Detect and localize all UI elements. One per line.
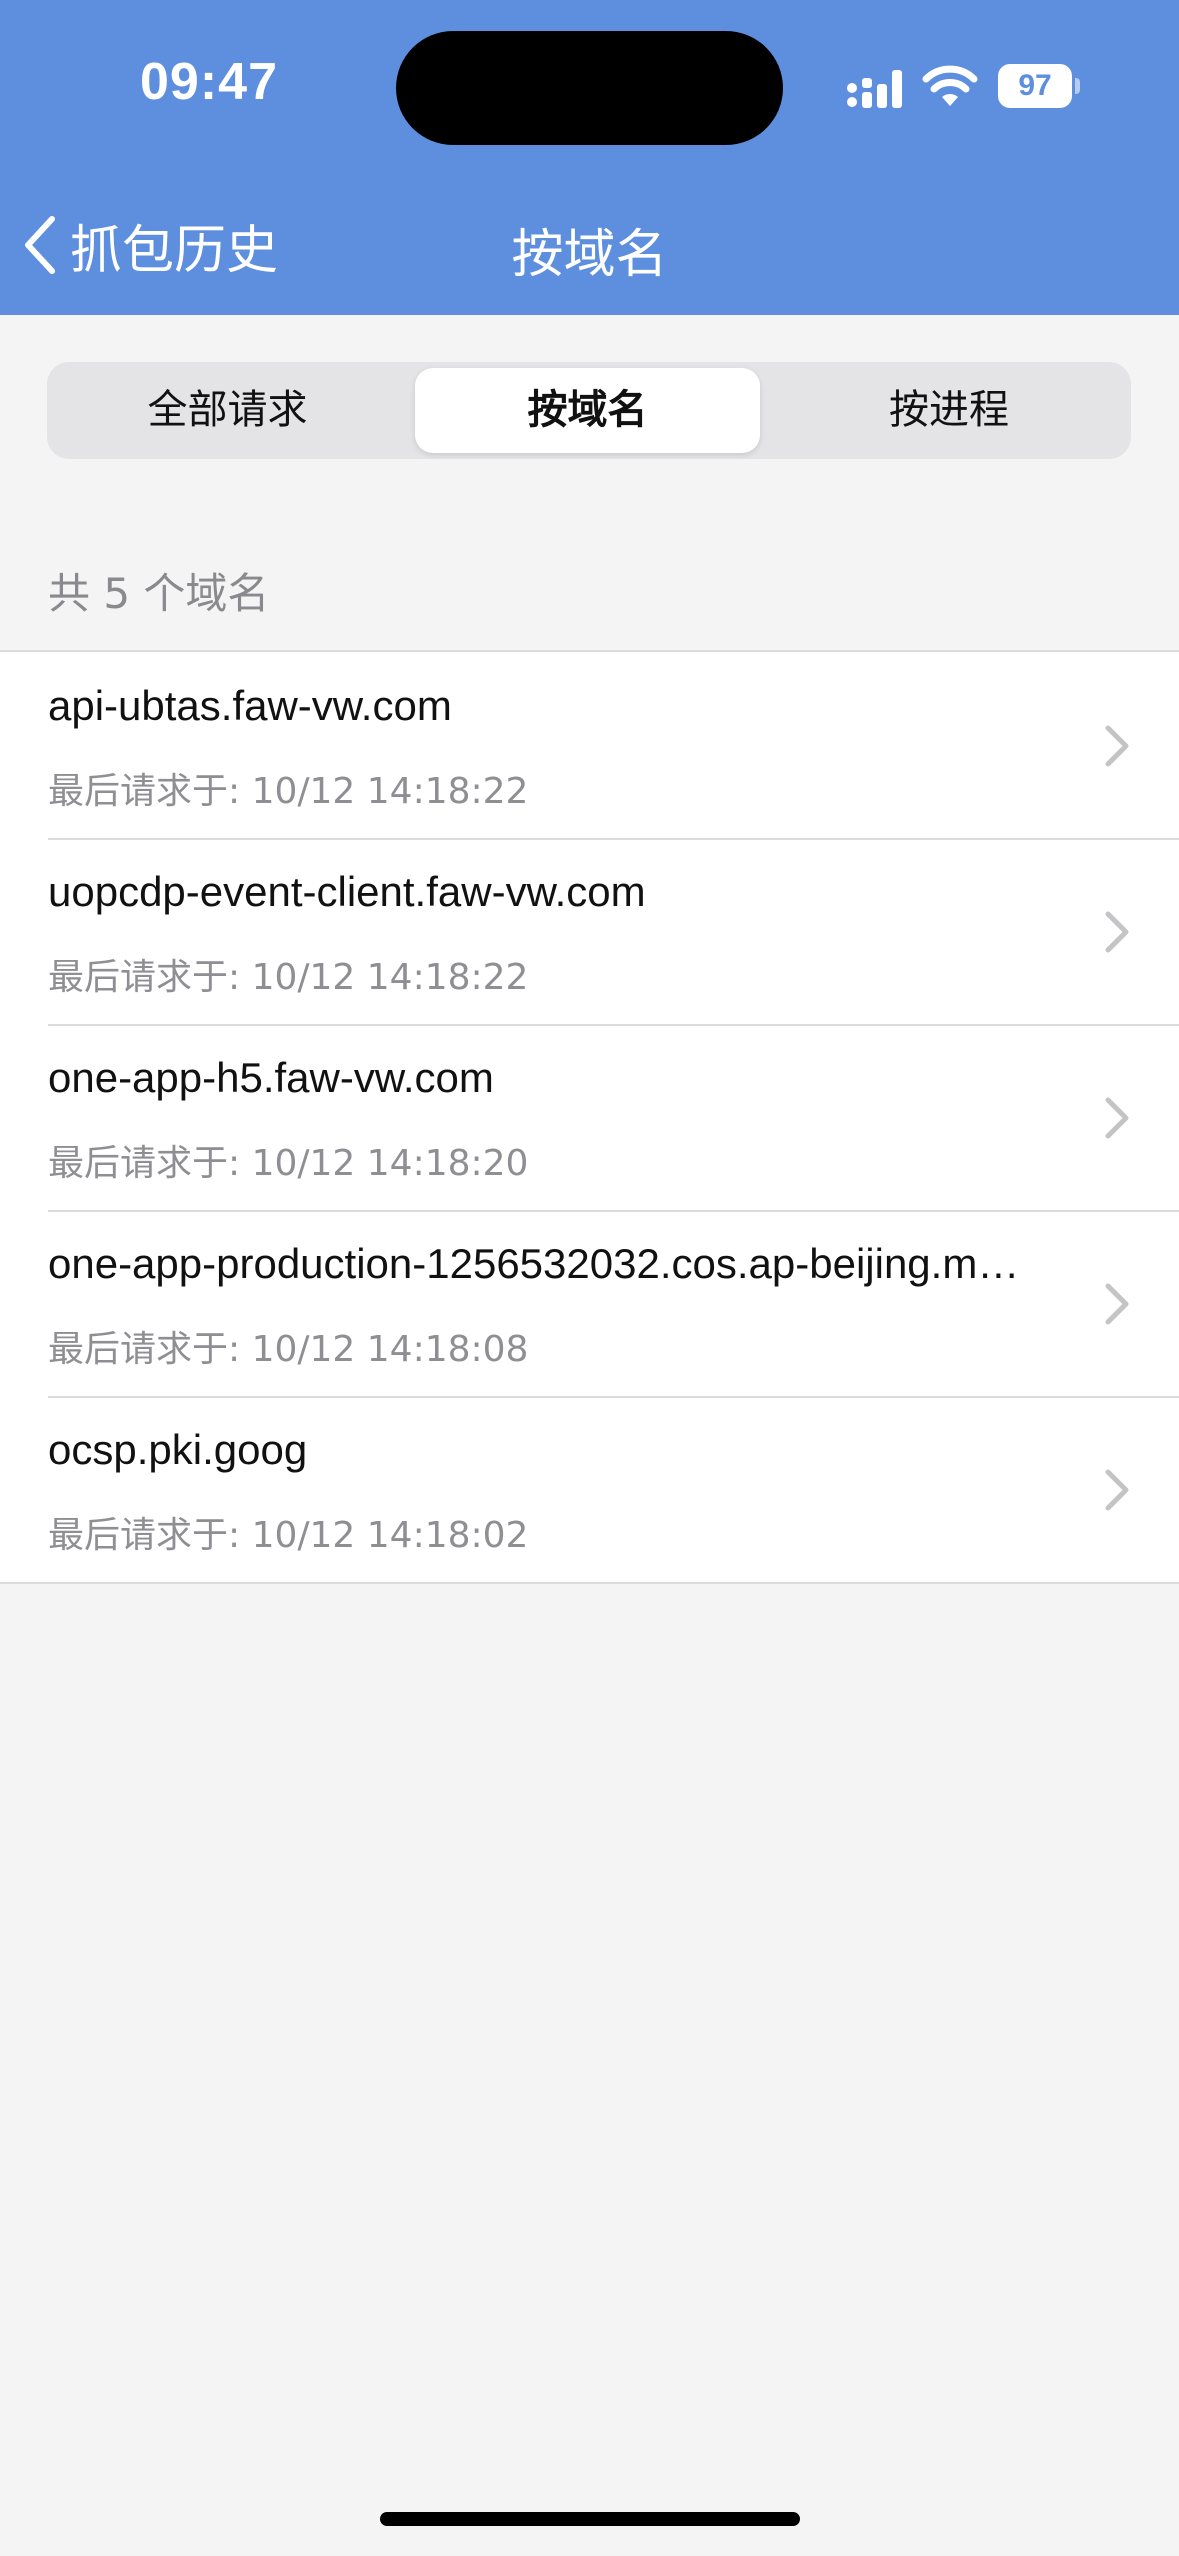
page-title: 按域名: [511, 225, 668, 285]
segmented-control: 全部请求 按域名 按进程: [47, 362, 1131, 459]
status-time: 09:47: [140, 53, 278, 111]
last-request-time: 最后请求于: 10/12 14:18:20: [48, 1143, 529, 1184]
domain-list: api-ubtas.faw-vw.com 最后请求于: 10/12 14:18:…: [0, 650, 1179, 1584]
last-request-time: 最后请求于: 10/12 14:18:22: [48, 957, 529, 998]
segment-by-domain[interactable]: 按域名: [415, 368, 760, 453]
domain-name: uopcdp-event-client.faw-vw.com: [48, 868, 646, 915]
battery-level: 97: [998, 64, 1072, 108]
domain-row[interactable]: one-app-production-1256532032.cos.ap-bei…: [0, 1210, 1179, 1396]
dynamic-island: [396, 31, 783, 145]
segment-all-requests[interactable]: 全部请求: [47, 368, 408, 453]
domain-name: one-app-h5.faw-vw.com: [48, 1054, 494, 1101]
wifi-icon: [922, 65, 978, 106]
chevron-right-icon: [1105, 1283, 1129, 1325]
last-request-time: 最后请求于: 10/12 14:18:22: [48, 771, 529, 812]
domain-count-label: 共 5 个域名: [48, 569, 270, 618]
domain-row[interactable]: ocsp.pki.goog 最后请求于: 10/12 14:18:02: [0, 1396, 1179, 1582]
chevron-right-icon: [1105, 1469, 1129, 1511]
domain-name: one-app-production-1256532032.cos.ap-bei…: [48, 1240, 1028, 1287]
chevron-right-icon: [1105, 911, 1129, 953]
domain-name: api-ubtas.faw-vw.com: [48, 682, 452, 729]
domain-row[interactable]: uopcdp-event-client.faw-vw.com 最后请求于: 10…: [0, 838, 1179, 1024]
home-indicator[interactable]: [380, 2512, 800, 2526]
last-request-time: 最后请求于: 10/12 14:18:08: [48, 1329, 529, 1370]
navigation-header: 09:47 97 抓包历史 按域名: [0, 0, 1179, 315]
signal-icon: [847, 70, 902, 108]
last-request-time: 最后请求于: 10/12 14:18:02: [48, 1515, 529, 1556]
battery-icon: 97: [998, 64, 1082, 108]
domain-row[interactable]: api-ubtas.faw-vw.com 最后请求于: 10/12 14:18:…: [0, 652, 1179, 838]
battery-tip: [1075, 78, 1080, 94]
chevron-right-icon: [1105, 725, 1129, 767]
chevron-right-icon: [1105, 1097, 1129, 1139]
domain-row[interactable]: one-app-h5.faw-vw.com 最后请求于: 10/12 14:18…: [0, 1024, 1179, 1210]
domain-name: ocsp.pki.goog: [48, 1426, 308, 1473]
segment-by-process[interactable]: 按进程: [767, 368, 1131, 453]
